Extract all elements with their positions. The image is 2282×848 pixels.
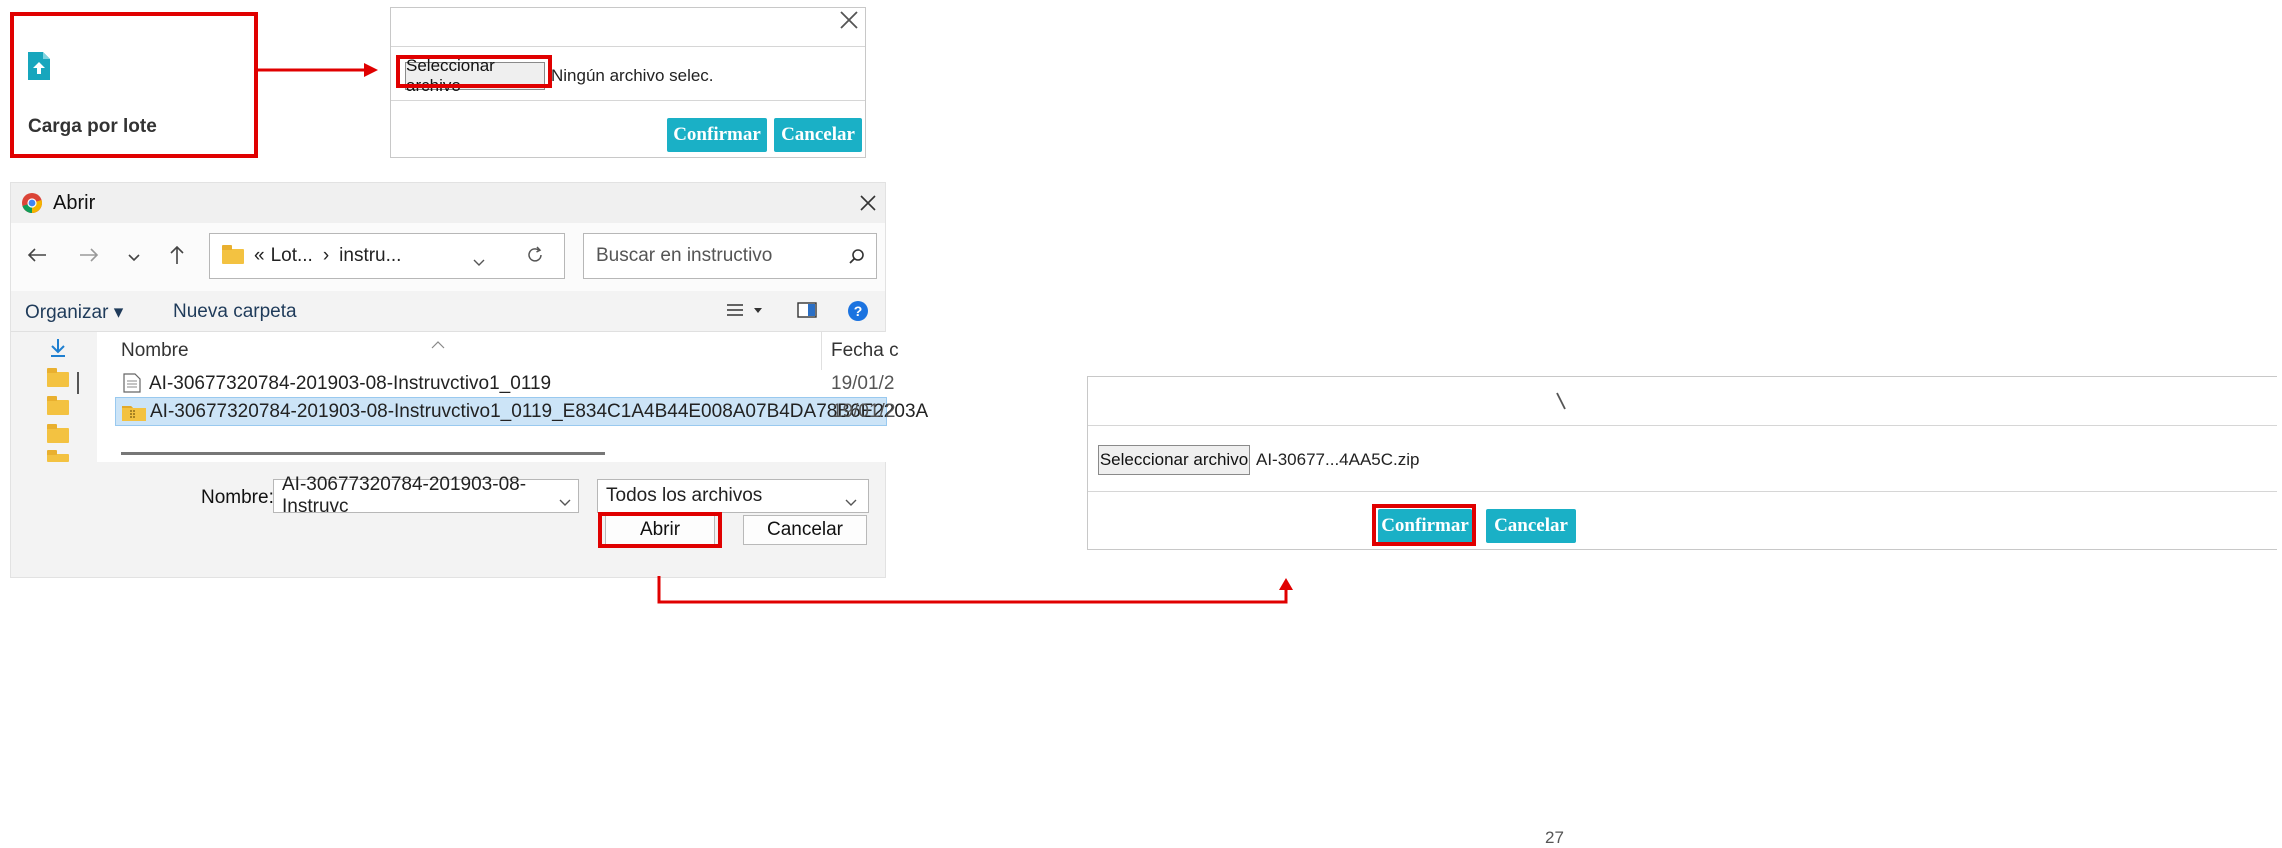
cancel-button[interactable]: Cancelar <box>1486 509 1576 543</box>
column-divider <box>821 332 822 370</box>
zip-folder-icon <box>122 403 146 426</box>
new-folder-button[interactable]: Nueva carpeta <box>173 301 297 323</box>
nav-folder-icon[interactable] <box>47 396 69 415</box>
sort-up-icon <box>431 336 445 354</box>
tile-label: Carga por lote <box>28 116 157 137</box>
file-upload-icon <box>28 52 50 85</box>
chrome-icon <box>21 192 43 219</box>
confirm-button[interactable]: Confirmar <box>667 118 767 152</box>
cancel-button[interactable]: Cancelar <box>774 118 862 152</box>
folder-icon <box>222 244 244 264</box>
nav-folder-icon[interactable] <box>47 368 69 387</box>
dialog-toolbar: Organizar ▾ Nueva carpeta ? <box>11 291 885 332</box>
file-row-selected[interactable]: AI-30677320784-201903-08-Instruvctivo1_0… <box>115 397 928 426</box>
filetype-select[interactable]: Todos los archivos <box>597 479 869 513</box>
breadcrumb-part2[interactable]: instru... <box>339 245 401 267</box>
downloads-icon[interactable] <box>49 338 67 363</box>
recent-dropdown-icon[interactable] <box>127 250 141 268</box>
open-file-dialog: Abrir « Lot... › instru... Buscar en ins… <box>10 182 928 578</box>
breadcrumb-root: « <box>254 245 265 266</box>
dialog-cancel-button[interactable]: Cancelar <box>743 515 867 545</box>
filename-value: AI-30677320784-201903-08-Instruvc <box>282 474 527 517</box>
search-icon <box>848 248 866 272</box>
highlight-box-open-button <box>598 512 722 548</box>
filetype-value: Todos los archivos <box>606 485 763 506</box>
file-list: Nombre Fecha c AI-30677320784-201903-08-… <box>97 332 928 462</box>
dialog-title: Abrir <box>53 192 96 214</box>
document-icon <box>123 373 141 398</box>
up-arrow-icon[interactable] <box>169 245 185 270</box>
dialog-close-icon[interactable] <box>859 194 877 217</box>
file-name: AI-30677320784-201903-08-Instruvctivo1_0… <box>149 373 552 394</box>
highlight-box-select-file <box>396 55 552 88</box>
file-name: AI-30677320784-201903-08-Instruvctivo1_0… <box>150 401 929 422</box>
refresh-icon[interactable] <box>526 246 544 270</box>
svg-text:?: ? <box>854 303 863 319</box>
file-status-text: Ningún archivo selec. <box>551 66 714 85</box>
filetype-dropdown-icon[interactable] <box>844 492 858 514</box>
upload-modal-selected: Seleccionar archivo AI-30677...4AA5C.zip… <box>1087 376 2277 550</box>
help-icon[interactable]: ? <box>847 300 869 327</box>
horizontal-scrollbar[interactable] <box>121 452 605 455</box>
breadcrumb-part1[interactable]: Lot... <box>271 245 313 267</box>
preview-pane-icon[interactable] <box>797 302 817 323</box>
close-icon[interactable] <box>1556 391 1566 416</box>
navigation-pane <box>11 332 93 462</box>
filename-label: Nombre: <box>201 487 274 508</box>
filename-dropdown-icon[interactable] <box>558 492 572 514</box>
file-row[interactable]: AI-30677320784-201903-08-Instruvctivo1_0… <box>115 372 894 398</box>
select-file-button[interactable]: Seleccionar archivo <box>1098 445 1250 475</box>
search-input[interactable]: Buscar en instructivo <box>583 233 877 279</box>
breadcrumb-separator: › <box>322 245 330 266</box>
search-placeholder: Buscar en instructivo <box>596 245 773 266</box>
nav-folder-icon[interactable] <box>47 424 69 443</box>
flow-arrow-1 <box>256 63 378 77</box>
address-dropdown-icon[interactable] <box>472 252 486 274</box>
page-number: 27 <box>1545 828 1564 847</box>
nav-folder-icon[interactable] <box>47 450 69 462</box>
highlight-box-confirm <box>1372 504 1476 546</box>
file-date: 19/01/2 <box>832 401 896 422</box>
dialog-title-bar: Abrir <box>11 183 885 223</box>
close-icon[interactable] <box>839 10 859 35</box>
column-header-date[interactable]: Fecha c <box>831 340 899 362</box>
back-arrow-icon[interactable] <box>27 247 47 268</box>
nav-bar: « Lot... › instru... Buscar en instructi… <box>11 223 885 291</box>
address-bar[interactable]: « Lot... › instru... <box>209 233 565 279</box>
batch-upload-tile[interactable]: Carga por lote <box>26 40 246 150</box>
file-status-text: AI-30677...4AA5C.zip <box>1256 450 1420 469</box>
file-date: 19/01/2 <box>831 373 895 394</box>
column-header-name[interactable]: Nombre <box>121 340 189 362</box>
view-list-icon[interactable] <box>727 303 769 324</box>
organize-button[interactable]: Organizar ▾ <box>25 301 123 324</box>
flow-arrow-2 <box>657 576 1293 604</box>
filename-input[interactable]: AI-30677320784-201903-08-Instruvc <box>273 474 579 517</box>
forward-arrow-icon[interactable] <box>79 247 99 268</box>
nav-scrollbar[interactable] <box>77 372 79 394</box>
